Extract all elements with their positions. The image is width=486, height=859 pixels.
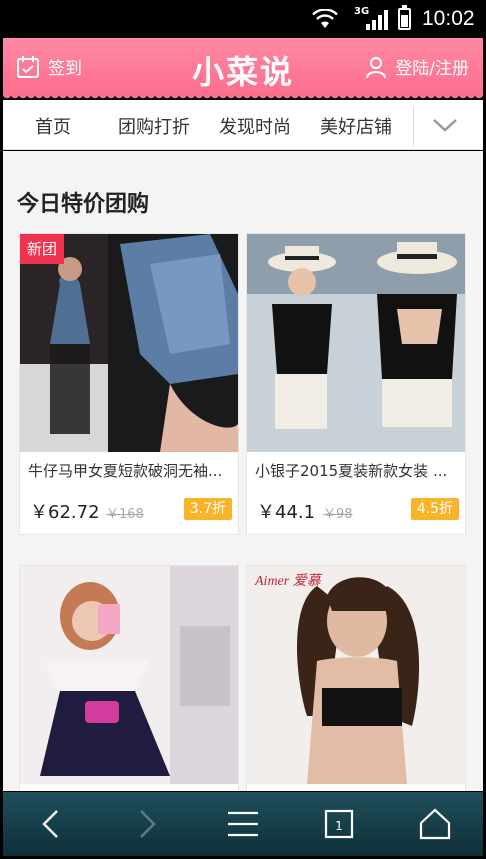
product-name[interactable]: 小银子2015夏装新款女装 ... <box>255 460 459 481</box>
tabs-icon: 1 <box>324 809 354 839</box>
status-bar: 3G 10:02 <box>0 0 486 38</box>
tabs-button[interactable]: 1 <box>321 806 357 842</box>
back-button[interactable] <box>33 806 69 842</box>
tab-group-buy[interactable]: 团购打折 <box>118 113 190 139</box>
product-image[interactable] <box>247 234 465 452</box>
new-deal-badge: 新团 <box>20 234 64 264</box>
menu-button[interactable] <box>225 806 261 842</box>
product-image[interactable] <box>247 566 465 784</box>
product-card[interactable]: 新团 牛仔马甲女夏短款破洞无袖... ￥62.72 ￥168 3.7折 <box>19 233 239 535</box>
product-card[interactable]: 小银子2015夏装新款女装 ... ￥44.1 ￥98 4.5折 <box>246 233 466 535</box>
product-card[interactable]: Aimer 爱慕 <box>246 565 466 791</box>
original-price: ￥168 <box>106 507 144 522</box>
brand-logo: Aimer 爱慕 <box>255 574 321 589</box>
home-icon <box>419 808 451 840</box>
product-price: ￥62.72 <box>30 502 100 523</box>
product-price: ￥44.1 <box>257 502 316 523</box>
wifi-icon <box>312 9 338 28</box>
product-photo <box>20 566 238 784</box>
main-content: 今日特价团购 新团 牛仔马甲女夏短款破洞无袖... ￥62.72 ￥168 3.… <box>3 151 483 791</box>
original-price: ￥98 <box>323 507 353 522</box>
clock: 10:02 <box>422 7 475 30</box>
back-icon <box>42 810 58 838</box>
product-image[interactable] <box>20 234 238 452</box>
login-register-label: 登陆/注册 <box>395 59 469 79</box>
battery-icon <box>398 5 411 30</box>
product-name[interactable]: 牛仔马甲女夏短款破洞无袖... <box>28 460 232 481</box>
login-register-button[interactable]: 登陆/注册 <box>364 54 469 79</box>
tab-home[interactable]: 首页 <box>35 113 71 139</box>
discount-badge: 4.5折 <box>410 498 459 520</box>
chevron-down-icon[interactable] <box>431 112 459 138</box>
user-icon <box>366 56 387 78</box>
signal-icon <box>366 10 388 30</box>
product-photo <box>20 234 238 452</box>
forward-icon <box>140 810 156 838</box>
forward-button[interactable] <box>129 806 165 842</box>
category-nav: 首页 团购打折 发现时尚 美好店铺 <box>3 100 483 150</box>
tab-stores[interactable]: 美好店铺 <box>320 113 392 139</box>
product-photo <box>247 566 465 784</box>
product-photo <box>247 234 465 452</box>
product-image[interactable] <box>20 566 238 784</box>
section-title: 今日特价团购 <box>17 192 150 217</box>
svg-text:1: 1 <box>335 819 343 833</box>
home-button[interactable] <box>417 806 453 842</box>
browser-toolbar: 1 <box>3 792 483 856</box>
menu-icon <box>228 811 258 837</box>
app-header: 签到 小菜说 登陆/注册 <box>3 38 483 100</box>
discount-badge: 3.7折 <box>183 498 232 520</box>
product-card[interactable] <box>19 565 239 791</box>
tab-discover-fashion[interactable]: 发现时尚 <box>219 113 291 139</box>
nav-divider <box>413 106 414 146</box>
phone-screen: 3G 10:02 签到 小菜说 登陆/注册 首页 团购打折 发现时尚 美好店铺 … <box>0 0 486 859</box>
